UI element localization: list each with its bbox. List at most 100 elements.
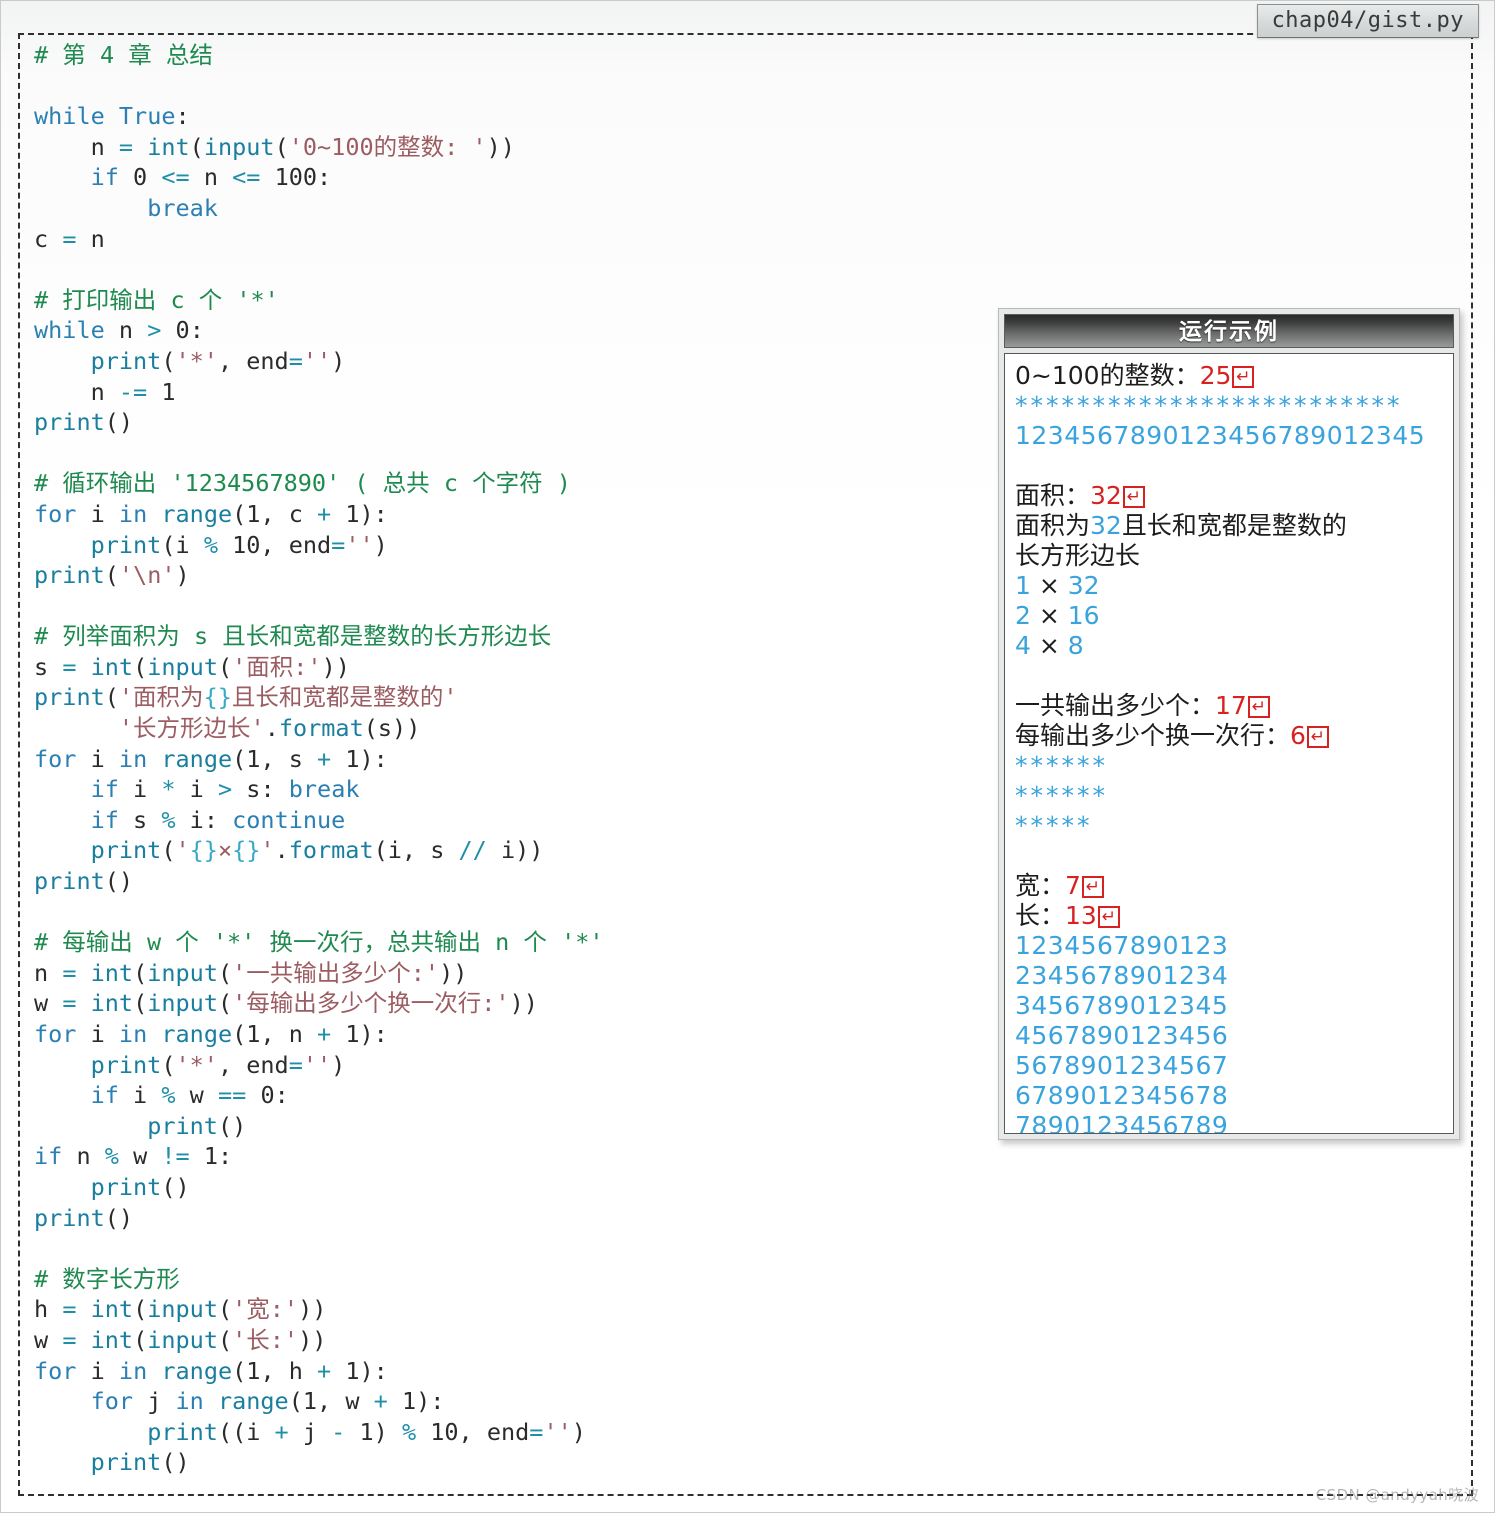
output-line <box>1015 451 1443 481</box>
code-line: print('{}×{}'.format(i, s // i)) <box>34 835 1014 866</box>
code-line: if i * i > s: break <box>34 774 1014 805</box>
code-line: # 数字长方形 <box>34 1264 1014 1295</box>
output-line: ****** <box>1015 781 1443 811</box>
output-line: ************************* <box>1015 391 1443 421</box>
code-line: w = int(input('每输出多少个换一次行:')) <box>34 988 1014 1019</box>
output-line: 1 × 32 <box>1015 571 1443 601</box>
output-digits: 7890123456789 <box>1015 1111 1228 1134</box>
code-line: print('面积为{}且长和宽都是整数的' <box>34 682 1014 713</box>
page-background: chap04/gist.py # 第 4 章 总结 while True: n … <box>0 0 1495 1513</box>
code-line: # 第 4 章 总结 <box>34 40 1014 71</box>
run-example-output: 0~100的整数：25↵*************************123… <box>1004 353 1454 1134</box>
code-line: print() <box>34 407 1014 438</box>
output-line: 长方形边长 <box>1015 541 1443 571</box>
output-line: 2 × 16 <box>1015 601 1443 631</box>
output-line: 3456789012345 <box>1015 991 1443 1021</box>
output-line: 1234567890123456789012345 <box>1015 421 1443 451</box>
output-digits: 2345678901234 <box>1015 961 1228 990</box>
output-digits: 1234567890123456789012345 <box>1015 421 1425 450</box>
output-line: 0~100的整数：25↵ <box>1015 361 1443 391</box>
output-line: ***** <box>1015 811 1443 841</box>
code-line: for i in range(1, s + 1): <box>34 744 1014 775</box>
output-user-input: 6 <box>1290 721 1306 750</box>
code-line: w = int(input('长:')) <box>34 1325 1014 1356</box>
code-line: h = int(input('宽:')) <box>34 1294 1014 1325</box>
code-line <box>34 438 1014 469</box>
output-line: 1234567890123 <box>1015 931 1443 961</box>
output-line: 面积：32↵ <box>1015 481 1443 511</box>
code-line: print(i % 10, end='') <box>34 530 1014 561</box>
code-line: print() <box>34 1172 1014 1203</box>
enter-key-icon: ↵ <box>1307 726 1329 748</box>
code-line: for i in range(1, c + 1): <box>34 499 1014 530</box>
code-line: print() <box>34 1111 1014 1142</box>
code-line: if i % w == 0: <box>34 1080 1014 1111</box>
output-user-input: 13 <box>1065 901 1097 930</box>
output-line: 4 × 8 <box>1015 631 1443 661</box>
output-line: 长：13↵ <box>1015 901 1443 931</box>
code-line: for i in range(1, n + 1): <box>34 1019 1014 1050</box>
code-line: for i in range(1, h + 1): <box>34 1356 1014 1387</box>
output-line: 4567890123456 <box>1015 1021 1443 1051</box>
output-line: ****** <box>1015 751 1443 781</box>
output-line: 每输出多少个换一次行：6↵ <box>1015 721 1443 751</box>
output-line: 6789012345678 <box>1015 1081 1443 1111</box>
output-prompt: 宽： <box>1015 871 1065 900</box>
code-line <box>34 591 1014 622</box>
output-prompt: 面积： <box>1015 481 1090 510</box>
filename-tab[interactable]: chap04/gist.py <box>1257 4 1479 38</box>
code-line: n = int(input('0~100的整数: ')) <box>34 132 1014 163</box>
code-line: n = int(input('一共输出多少个:')) <box>34 958 1014 989</box>
output-line: 一共输出多少个：17↵ <box>1015 691 1443 721</box>
enter-key-icon: ↵ <box>1098 906 1120 928</box>
code-line: print('*', end='') <box>34 346 1014 377</box>
output-line: 2345678901234 <box>1015 961 1443 991</box>
output-stars: ***** <box>1015 811 1093 840</box>
code-line: n -= 1 <box>34 377 1014 408</box>
code-line: print() <box>34 1447 1014 1478</box>
code-line: '长方形边长'.format(s)) <box>34 713 1014 744</box>
output-stars: ****** <box>1015 781 1108 810</box>
output-line <box>1015 841 1443 871</box>
code-line: if n % w != 1: <box>34 1141 1014 1172</box>
code-line: if 0 <= n <= 100: <box>34 162 1014 193</box>
output-stars: ****** <box>1015 751 1108 780</box>
code-line: while n > 0: <box>34 315 1014 346</box>
output-prompt: 0~100的整数： <box>1015 361 1200 390</box>
output-digits: 5678901234567 <box>1015 1051 1228 1080</box>
output-line: 5678901234567 <box>1015 1051 1443 1081</box>
output-digits: 4567890123456 <box>1015 1021 1228 1050</box>
enter-key-icon: ↵ <box>1082 876 1104 898</box>
output-prompt: 一共输出多少个： <box>1015 691 1215 720</box>
enter-key-icon: ↵ <box>1123 486 1145 508</box>
code-line: # 列举面积为 s 且长和宽都是整数的长方形边长 <box>34 621 1014 652</box>
enter-key-icon: ↵ <box>1248 696 1270 718</box>
code-line <box>34 254 1014 285</box>
output-user-input: 32 <box>1090 481 1122 510</box>
output-line: 面积为32且长和宽都是整数的 <box>1015 511 1443 541</box>
output-digits: 6789012345678 <box>1015 1081 1228 1110</box>
output-user-input: 7 <box>1065 871 1081 900</box>
code-line: print() <box>34 1203 1014 1234</box>
code-line: s = int(input('面积:')) <box>34 652 1014 683</box>
output-digits: 3456789012345 <box>1015 991 1228 1020</box>
output-prompt: 每输出多少个换一次行： <box>1015 721 1290 750</box>
code-line <box>34 1233 1014 1264</box>
code-line: print('*', end='') <box>34 1050 1014 1081</box>
output-user-input: 25 <box>1200 361 1232 390</box>
code-line: c = n <box>34 224 1014 255</box>
watermark: CSDN @andyyah晓波 <box>1316 1484 1479 1505</box>
output-line: 7890123456789 <box>1015 1111 1443 1134</box>
code-listing: # 第 4 章 总结 while True: n = int(input('0~… <box>34 40 1014 1478</box>
output-prompt: 长： <box>1015 901 1065 930</box>
code-line: # 每输出 w 个 '*' 换一次行，总共输出 n 个 '*' <box>34 927 1014 958</box>
code-line: # 循环输出 '1234567890' ( 总共 c 个字符 ) <box>34 468 1014 499</box>
enter-key-icon: ↵ <box>1232 366 1254 388</box>
code-line: break <box>34 193 1014 224</box>
code-line <box>34 71 1014 102</box>
run-example-panel: 运行示例 0~100的整数：25↵***********************… <box>998 308 1460 1140</box>
code-line: print((i + j - 1) % 10, end='') <box>34 1417 1014 1448</box>
code-line: if s % i: continue <box>34 805 1014 836</box>
code-line: for j in range(1, w + 1): <box>34 1386 1014 1417</box>
run-example-title: 运行示例 <box>1004 314 1454 348</box>
